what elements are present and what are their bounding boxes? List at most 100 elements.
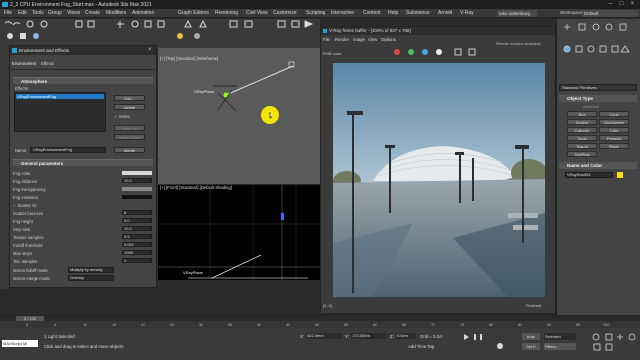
menu-group[interactable]: Group <box>48 10 62 16</box>
create-tab-icon[interactable] <box>564 24 570 30</box>
move-down-button[interactable]: Move Down <box>114 134 145 140</box>
menu-graph-editors[interactable]: Graph Editors <box>178 10 209 16</box>
minimize-icon[interactable]: – <box>606 1 615 8</box>
fog-color-swatch[interactable] <box>122 171 152 175</box>
plane-button[interactable]: Plane <box>599 143 629 149</box>
mirror-icon[interactable] <box>229 20 238 28</box>
unlink-icon[interactable] <box>40 20 48 28</box>
menu-tools[interactable]: Tools <box>32 10 44 16</box>
maxscript-listener[interactable]: MAXScript Mi <box>2 340 38 347</box>
geometry-icon[interactable] <box>563 45 571 53</box>
utilities-tab-icon[interactable] <box>619 23 627 31</box>
scene-explorer-icon[interactable] <box>20 33 26 39</box>
maximize-viewport-icon[interactable] <box>605 343 613 351</box>
angle-snap-icon[interactable] <box>199 19 207 28</box>
helpers-icon[interactable] <box>611 45 619 53</box>
add-time-tag[interactable]: Add Time Tag <box>408 344 434 349</box>
menu-content[interactable]: Content <box>363 10 381 16</box>
fb-channel-dropdown[interactable]: RGB color <box>323 51 341 56</box>
cutoff-threshold-field[interactable]: 0.001 <box>122 242 152 247</box>
y-coordinate-field[interactable]: 173.006m <box>351 333 387 339</box>
signin-dropdown[interactable]: tako subenburg <box>497 10 537 17</box>
workspaces-dropdown[interactable]: Default <box>582 10 638 17</box>
zoom-icon[interactable] <box>592 333 600 341</box>
gizmo-merge-dropdown[interactable]: Overlap <box>68 275 114 281</box>
object-name-field[interactable]: VRaySun001 <box>565 172 613 178</box>
menu-scripting[interactable]: Scripting <box>306 10 325 16</box>
pan-icon[interactable] <box>617 334 623 340</box>
menu-file[interactable]: File <box>4 10 12 16</box>
torus-button[interactable]: Torus <box>567 135 597 141</box>
fov-icon[interactable] <box>593 343 601 351</box>
rotate-icon[interactable] <box>131 20 139 28</box>
object-color-swatch[interactable] <box>617 172 623 178</box>
delete-button[interactable]: Delete <box>114 104 145 110</box>
align-icon[interactable] <box>244 20 253 28</box>
sphere-button[interactable]: Sphere <box>567 119 597 125</box>
menu-edit[interactable]: Edit <box>18 10 27 16</box>
menu-help[interactable]: Help <box>388 10 398 16</box>
time-slider-thumb[interactable]: 0 / 100 <box>16 316 44 321</box>
cameras-icon[interactable] <box>599 45 607 53</box>
play-icon[interactable] <box>464 334 469 340</box>
link-icon[interactable] <box>26 20 34 28</box>
geosphere-button[interactable]: GeoSphere <box>599 119 629 125</box>
step-size-field[interactable]: 10.0 <box>122 226 152 231</box>
fog-height-field[interactable]: 0.0 <box>122 218 152 223</box>
menu-rendering[interactable]: Rendering <box>215 10 238 16</box>
fb-blue-channel-icon[interactable] <box>422 49 428 55</box>
menu-views[interactable]: Views <box>67 10 80 16</box>
fog-emission-swatch[interactable] <box>122 195 152 199</box>
fb-save-icon[interactable] <box>454 48 462 56</box>
autogrid-checkbox[interactable]: AutoGrid <box>583 104 599 109</box>
viewport-front[interactable]: [+] [Front] [Standard] [Default Shading]… <box>158 185 320 280</box>
pyramid-button[interactable]: Pyramid <box>599 135 629 141</box>
add-button[interactable]: Add... <box>114 95 145 101</box>
name-color-header[interactable]: Name and Color <box>559 162 637 169</box>
time-slider-track[interactable] <box>0 316 640 321</box>
select-icon[interactable] <box>75 20 83 28</box>
close-icon[interactable]: × <box>628 1 637 8</box>
fb-menu-image[interactable]: Image <box>353 37 365 42</box>
teapot-button[interactable]: Teapot <box>567 143 597 149</box>
tab-effects[interactable]: Effects <box>41 61 54 66</box>
setkey-button[interactable]: Set K <box>522 343 540 350</box>
fb-red-channel-icon[interactable] <box>394 49 400 55</box>
fog-distance-field[interactable]: 10.0 <box>122 178 152 183</box>
spacewarps-icon[interactable] <box>620 45 630 53</box>
scatter-gi-checkbox[interactable]: ✓ Scatter GI <box>13 203 37 208</box>
render-icon[interactable] <box>304 20 314 28</box>
key-filter-dropdown[interactable]: Selected <box>544 333 576 340</box>
teapot-icon[interactable] <box>194 33 200 39</box>
undo-icon[interactable] <box>4 21 13 25</box>
menu-modifiers[interactable]: Modifiers <box>106 10 126 16</box>
merge-button[interactable]: Merge <box>114 147 145 153</box>
material-icon[interactable] <box>33 33 39 39</box>
modify-tab-icon[interactable] <box>578 23 586 31</box>
menu-customize[interactable]: Customize <box>273 10 297 16</box>
menu-arnold[interactable]: Arnold <box>438 10 452 16</box>
cylinder-button[interactable]: Cylinder <box>567 127 597 133</box>
object-category-dropdown[interactable]: Standard Primitives <box>559 84 637 91</box>
maximize-icon[interactable]: □ <box>617 1 626 8</box>
box-button[interactable]: Box <box>567 111 597 117</box>
x-coordinate-field[interactable]: 422.3mm <box>306 333 342 339</box>
lights-icon[interactable] <box>587 45 595 53</box>
zoom-extents-icon[interactable] <box>605 333 613 341</box>
tab-environment[interactable]: Environment <box>12 61 36 66</box>
effects-list-item[interactable]: VRayEnvironmentFog <box>16 94 104 99</box>
z-coordinate-field[interactable]: 0.0cm <box>396 333 416 339</box>
fb-menu-file[interactable]: File <box>323 37 330 42</box>
tube-button[interactable]: Tube <box>599 127 629 133</box>
fb-region-icon[interactable] <box>468 48 476 56</box>
fb-titlebar[interactable]: V-Ray frame buffer - [100% of 837 x 768] <box>321 27 555 35</box>
menu-substance[interactable]: Substance <box>406 10 430 16</box>
menu-create[interactable]: Create <box>85 10 100 16</box>
place-icon[interactable] <box>157 20 165 28</box>
time-config-icon[interactable] <box>497 343 503 349</box>
fb-menu-options[interactable]: Options <box>381 37 396 42</box>
render-setup-icon[interactable] <box>277 20 286 28</box>
max-steps-field[interactable]: 1000 <box>122 250 152 255</box>
filters-button[interactable]: Filters... <box>544 343 576 350</box>
general-parameters-rollout[interactable]: General parameters <box>13 159 153 166</box>
